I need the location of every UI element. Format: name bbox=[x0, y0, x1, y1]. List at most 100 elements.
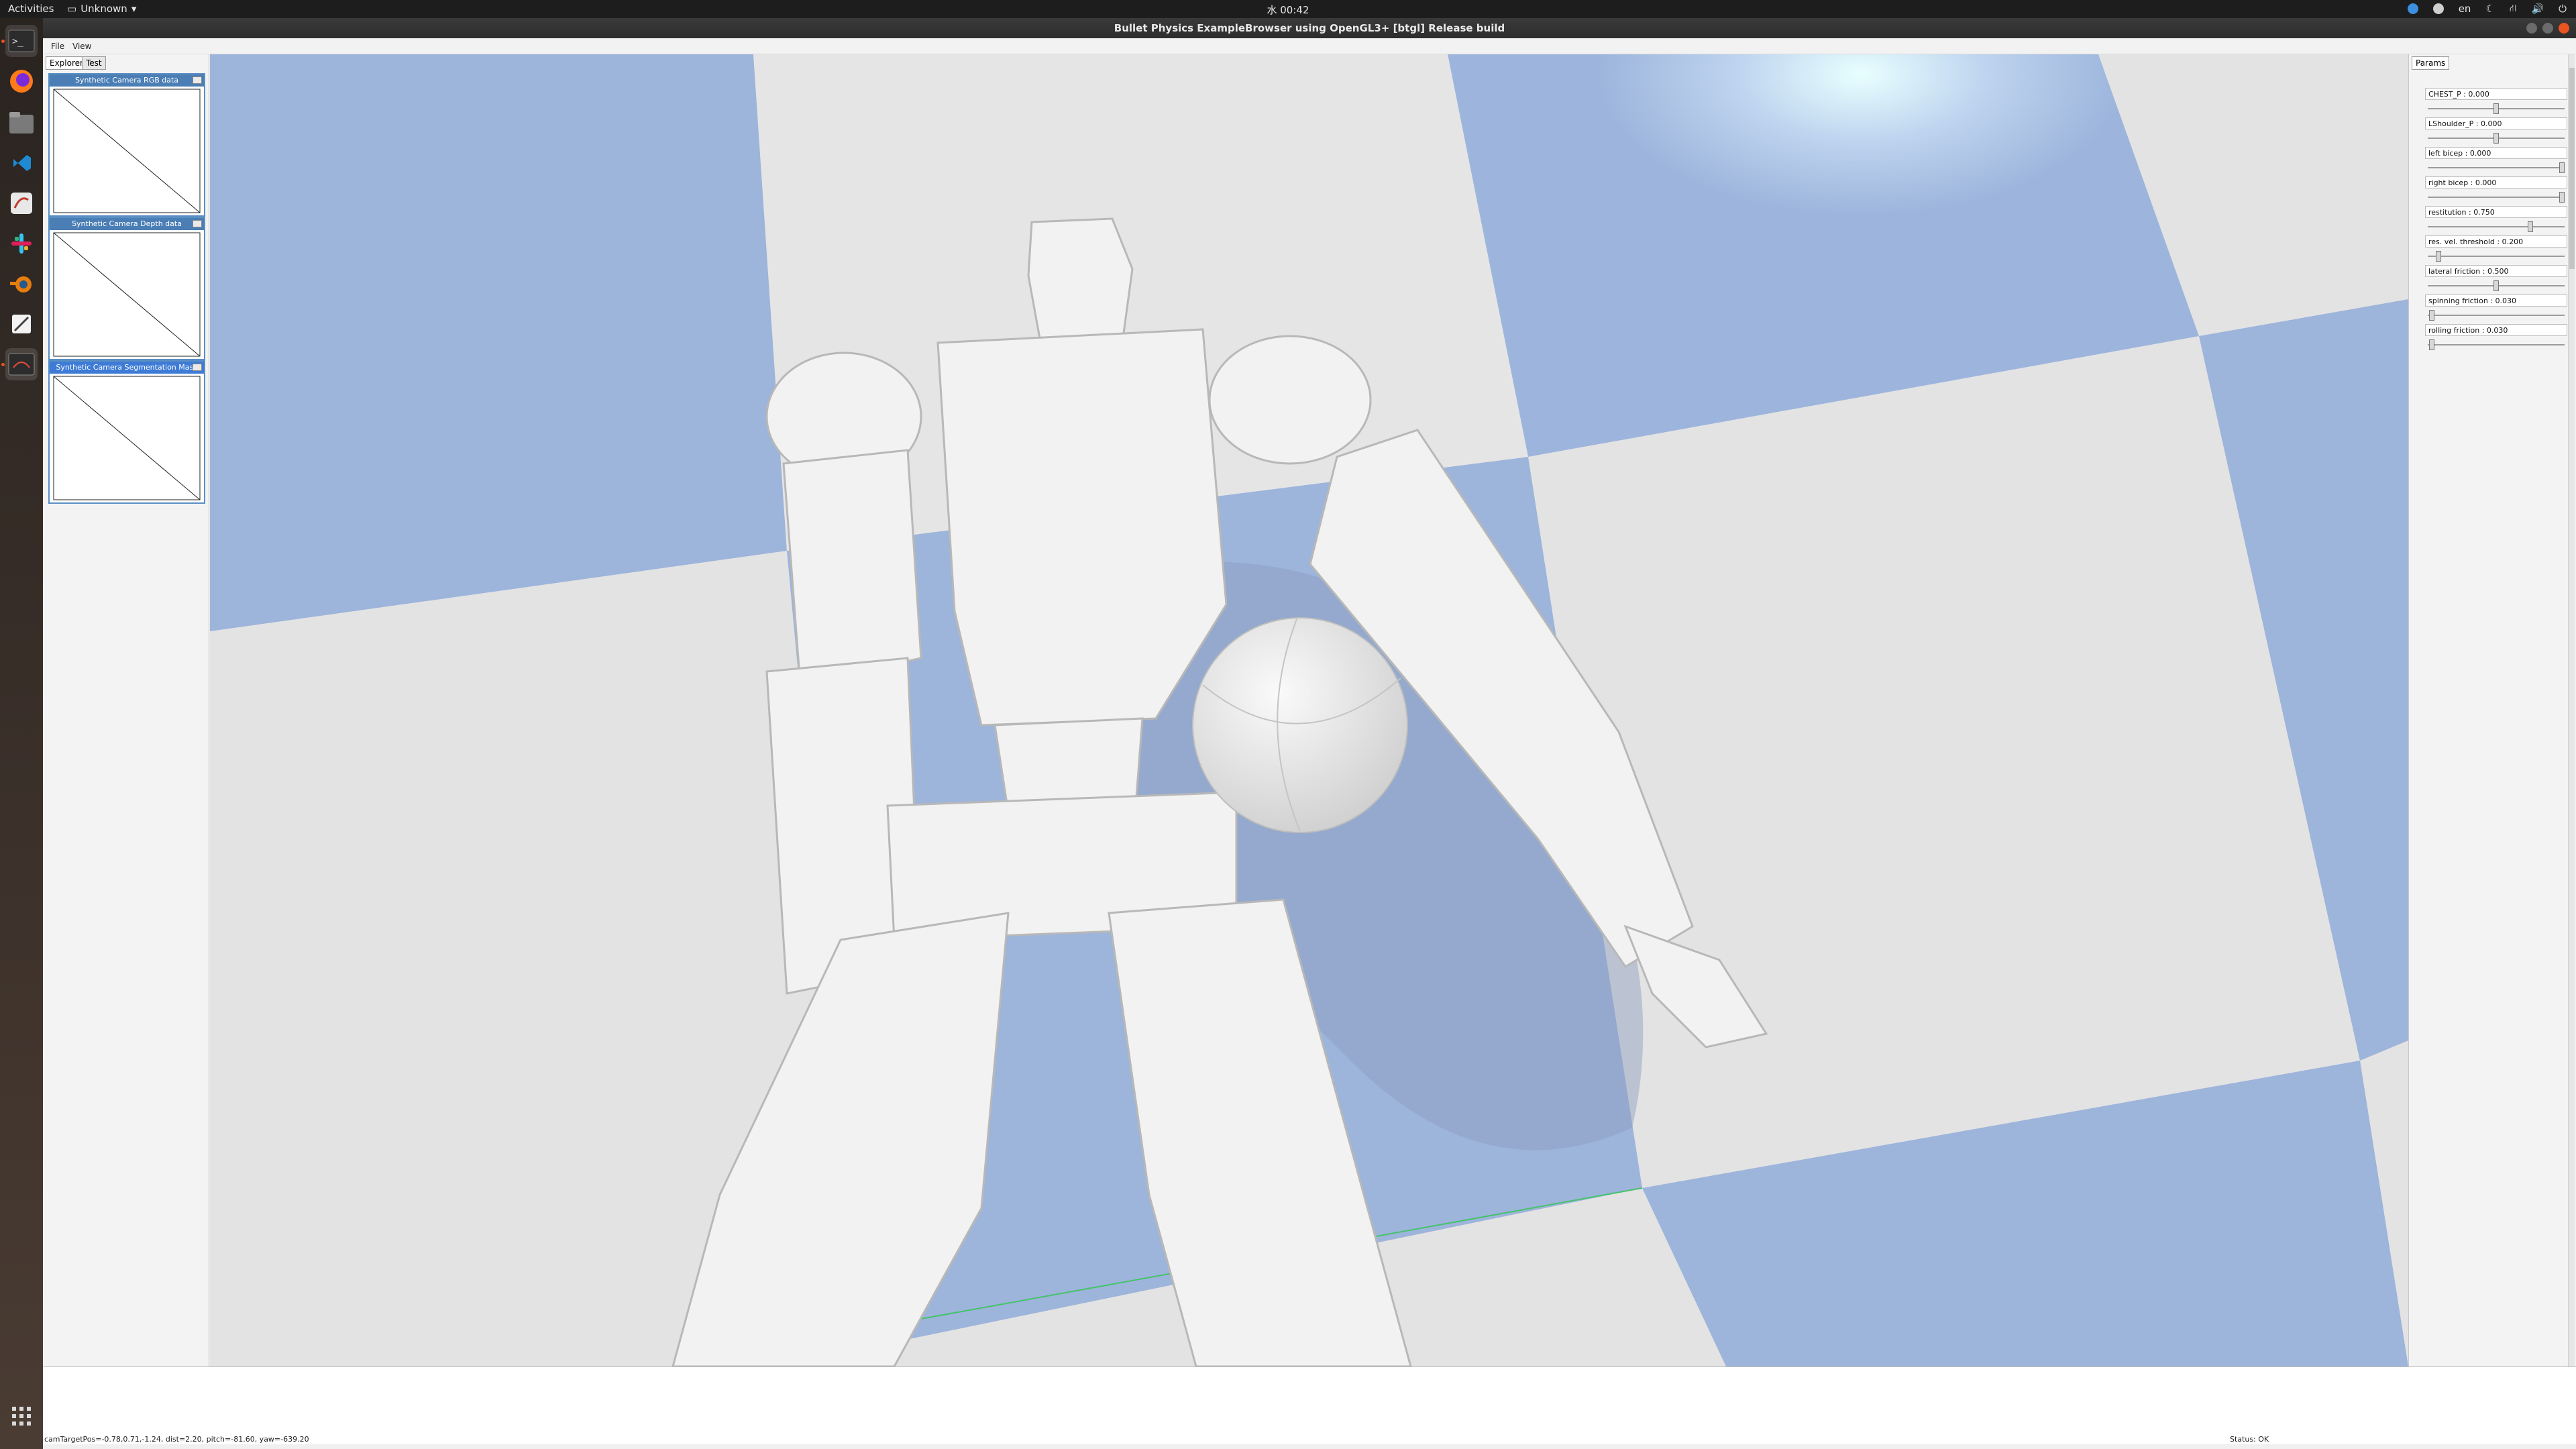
slider-thumb[interactable] bbox=[2559, 192, 2565, 203]
slider-track[interactable] bbox=[2428, 221, 2565, 232]
panel-minimize-button[interactable] bbox=[193, 76, 202, 84]
menu-view[interactable]: View bbox=[72, 42, 91, 51]
activities-button[interactable]: Activities bbox=[8, 3, 54, 15]
panel-minimize-button[interactable] bbox=[193, 364, 202, 371]
slider-label: restitution : 0.750 bbox=[2425, 206, 2567, 218]
param-slider[interactable]: right bicep : 0.000 bbox=[2425, 176, 2567, 206]
firefox-icon[interactable] bbox=[5, 65, 38, 97]
status-text: Status: OK bbox=[2230, 1435, 2269, 1444]
slider-track[interactable] bbox=[2428, 339, 2565, 350]
camera-image bbox=[50, 87, 204, 215]
slider-label: right bicep : 0.000 bbox=[2425, 176, 2567, 189]
tab-params[interactable]: Params bbox=[2412, 56, 2450, 70]
panel-title: Synthetic Camera Depth data bbox=[72, 219, 182, 228]
slider-thumb[interactable] bbox=[2493, 133, 2499, 144]
menu-bar: File View bbox=[43, 38, 2576, 54]
panel-header[interactable]: Synthetic Camera RGB data bbox=[50, 74, 204, 87]
window-icon: ▭ bbox=[67, 3, 77, 15]
slider-track[interactable] bbox=[2428, 192, 2565, 203]
app-menu[interactable]: ▭ Unknown ▾ bbox=[67, 3, 136, 15]
depth-camera-panel[interactable]: Synthetic Camera Depth data bbox=[48, 217, 205, 360]
menu-file[interactable]: File bbox=[51, 42, 64, 51]
window-controls bbox=[2526, 23, 2569, 34]
panel-title: Synthetic Camera RGB data bbox=[74, 76, 179, 85]
panel-minimize-button[interactable] bbox=[193, 220, 202, 227]
slider-track[interactable] bbox=[2428, 280, 2565, 291]
text-editor-icon[interactable] bbox=[5, 187, 38, 219]
tab-test[interactable]: Test bbox=[82, 56, 106, 70]
notes-icon[interactable] bbox=[5, 308, 38, 340]
param-slider[interactable]: left bicep : 0.000 bbox=[2425, 147, 2567, 176]
slider-thumb[interactable] bbox=[2528, 221, 2533, 232]
vscode-icon[interactable] bbox=[5, 147, 38, 179]
power-icon[interactable]: ⏻ bbox=[2559, 3, 2567, 15]
params-scrollbar[interactable] bbox=[2568, 54, 2575, 1366]
slider-label: res. vel. threshold : 0.200 bbox=[2425, 235, 2567, 248]
svg-text:>_: >_ bbox=[12, 36, 23, 47]
floor-tile bbox=[210, 54, 787, 631]
param-slider[interactable]: spinning friction : 0.030 bbox=[2425, 294, 2567, 324]
slider-thumb[interactable] bbox=[2493, 103, 2499, 114]
slider-track[interactable] bbox=[2428, 133, 2565, 144]
segmentation-camera-panel[interactable]: Synthetic Camera Segmentation Mask bbox=[48, 360, 205, 504]
minimize-button[interactable] bbox=[2526, 23, 2537, 34]
scrollbar-thumb[interactable] bbox=[2569, 68, 2575, 269]
blender-icon[interactable] bbox=[5, 268, 38, 300]
slider-thumb[interactable] bbox=[2429, 310, 2435, 321]
slider-track[interactable] bbox=[2428, 310, 2565, 321]
slider-track[interactable] bbox=[2428, 251, 2565, 262]
param-slider[interactable]: restitution : 0.750 bbox=[2425, 206, 2567, 235]
param-slider[interactable]: rolling friction : 0.030 bbox=[2425, 324, 2567, 354]
system-tray[interactable]: en ☾ ⛙ 🔊 ⏻ bbox=[2407, 2, 2567, 15]
panel-header[interactable]: Synthetic Camera Depth data bbox=[50, 218, 204, 230]
night-light-icon[interactable]: ☾ bbox=[2485, 3, 2494, 15]
slider-label: lateral friction : 0.500 bbox=[2425, 265, 2567, 277]
network-icon[interactable]: ⛙ bbox=[2510, 2, 2517, 15]
console-output[interactable] bbox=[43, 1366, 2576, 1444]
param-slider[interactable]: LShoulder_P : 0.000 bbox=[2425, 117, 2567, 147]
clock[interactable]: 水 00:42 bbox=[1267, 3, 1309, 17]
chevron-down-icon: ▾ bbox=[131, 3, 137, 15]
rgb-camera-panel[interactable]: Synthetic Camera RGB data bbox=[48, 73, 205, 217]
params-panel: Params CHEST_P : 0.000 LShoulder_P : 0.0… bbox=[2408, 54, 2576, 1366]
slider-label: left bicep : 0.000 bbox=[2425, 147, 2567, 159]
panel-header[interactable]: Synthetic Camera Segmentation Mask bbox=[50, 362, 204, 374]
ball bbox=[1192, 617, 1408, 833]
param-slider[interactable]: lateral friction : 0.500 bbox=[2425, 265, 2567, 294]
app-menu-label: Unknown bbox=[80, 3, 127, 15]
slider-label: spinning friction : 0.030 bbox=[2425, 294, 2567, 307]
camera-image bbox=[50, 374, 204, 502]
language-indicator[interactable]: en bbox=[2459, 3, 2471, 15]
slider-track[interactable] bbox=[2428, 162, 2565, 173]
panel-title: Synthetic Camera Segmentation Mask bbox=[56, 363, 198, 372]
zoom-icon[interactable] bbox=[2407, 3, 2418, 14]
explorer-panel: Explorer Test Synthetic Camera RGB data … bbox=[43, 54, 209, 1366]
scene-render bbox=[210, 54, 2408, 1366]
dock: >_ bbox=[0, 18, 43, 1449]
slider-thumb[interactable] bbox=[2429, 339, 2435, 350]
slack-icon[interactable] bbox=[5, 227, 38, 260]
slider-thumb[interactable] bbox=[2559, 162, 2565, 173]
maximize-button[interactable] bbox=[2542, 23, 2553, 34]
volume-icon[interactable]: 🔊 bbox=[2531, 3, 2544, 15]
system-top-bar: Activities ▭ Unknown ▾ 水 00:42 en ☾ ⛙ 🔊 … bbox=[0, 0, 2576, 18]
files-icon[interactable] bbox=[5, 107, 38, 139]
accessibility-icon[interactable] bbox=[2432, 3, 2444, 14]
3d-viewport[interactable] bbox=[210, 54, 2408, 1366]
param-slider[interactable]: res. vel. threshold : 0.200 bbox=[2425, 235, 2567, 265]
slider-label: rolling friction : 0.030 bbox=[2425, 324, 2567, 336]
bullet-app-icon[interactable] bbox=[5, 348, 38, 380]
window-titlebar[interactable]: Bullet Physics ExampleBrowser using Open… bbox=[43, 18, 2576, 38]
slider-thumb[interactable] bbox=[2493, 280, 2499, 291]
slider-label: CHEST_P : 0.000 bbox=[2425, 88, 2567, 100]
slider-track[interactable] bbox=[2428, 103, 2565, 114]
running-indicator bbox=[1, 40, 5, 43]
slider-thumb[interactable] bbox=[2436, 251, 2442, 262]
terminal-icon[interactable]: >_ bbox=[5, 25, 38, 57]
running-indicator bbox=[1, 363, 5, 366]
param-slider[interactable]: CHEST_P : 0.000 bbox=[2425, 88, 2567, 117]
close-button[interactable] bbox=[2559, 23, 2569, 34]
show-applications-icon[interactable] bbox=[5, 1400, 38, 1432]
camera-image bbox=[50, 230, 204, 359]
tab-explorer[interactable]: Explorer bbox=[46, 56, 87, 70]
